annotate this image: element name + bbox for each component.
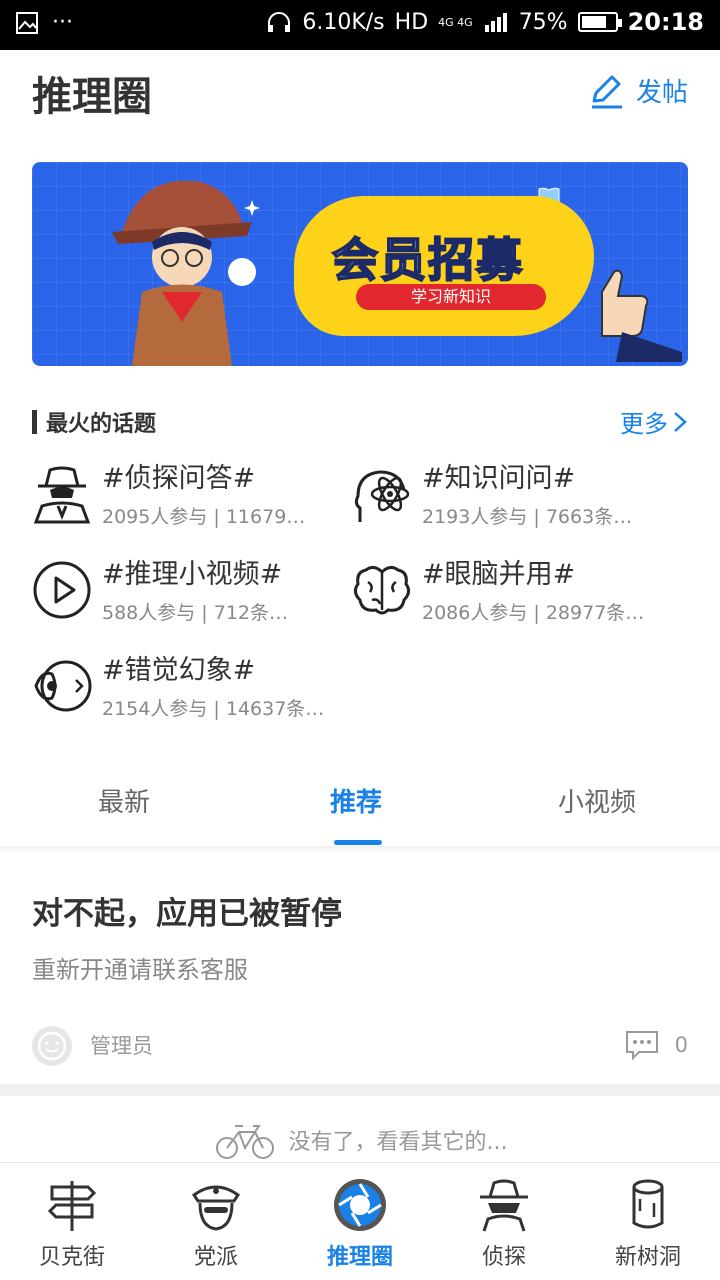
topic-item[interactable]: #知识问问# 2193人参与 | 7663条… (352, 456, 672, 536)
status-left: ··· (16, 10, 73, 35)
post-title: 对不起，应用已被暂停 (32, 896, 342, 932)
topic-item[interactable]: #推理小视频# 588人参与 | 712条… (32, 552, 352, 632)
hot-topics-header: 最火的话题 更多 (32, 404, 688, 438)
post-description: 重新开通请联系客服 (32, 956, 248, 984)
signpost-icon (47, 1181, 97, 1231)
section-title: 最火的话题 (46, 412, 157, 437)
topic-name: #推理小视频# (102, 559, 283, 590)
tab-indicator (334, 840, 382, 845)
clock: 20:18 (627, 8, 704, 36)
bottom-nav: 贝克街 党派 推理圈 侦探 新树洞 (0, 1162, 720, 1280)
atom-head-icon (354, 470, 410, 522)
detective-icon (33, 466, 91, 524)
banner-headline: 会员招募 (331, 232, 524, 288)
feed-tabs: 最新 推荐 小视频 (0, 770, 720, 846)
sparkle-icon (244, 200, 260, 216)
banner-subtitle: 学习新知识 (356, 284, 546, 310)
detective-illustration (112, 180, 256, 366)
tab-latest[interactable]: 最新 (98, 782, 150, 819)
nav-label: 贝克街 (38, 1245, 105, 1270)
post-button[interactable]: 发帖 (588, 72, 688, 109)
chevron-right-icon (674, 411, 687, 432)
lens-icon (334, 1179, 386, 1231)
tab-shadow (0, 846, 720, 854)
topic-name: #错觉幻象# (102, 655, 256, 686)
bicycle-icon (215, 1125, 274, 1159)
comment-count: 0 (674, 1033, 688, 1057)
tab-recommended[interactable]: 推荐 (330, 782, 382, 819)
topic-item[interactable]: #错觉幻象# 2154人参与 | 14637条… (32, 648, 352, 728)
play-icon (33, 561, 91, 619)
nav-baker-street[interactable]: 贝克街 (0, 1163, 144, 1280)
topic-stats: 2193人参与 | 7663条… (422, 506, 633, 528)
promo-banner[interactable]: 会员招募 学习新知识 (32, 162, 688, 366)
nav-party[interactable]: 党派 (144, 1163, 288, 1280)
end-of-feed: 没有了，看看其它的... (0, 1120, 720, 1160)
battery-fill (581, 16, 606, 28)
thumbs-up-illustration (601, 269, 682, 362)
avatar[interactable] (32, 1026, 72, 1066)
post-label: 发帖 (635, 78, 688, 108)
signal-icon (484, 13, 507, 32)
nav-tree-hole[interactable]: 新树洞 (576, 1163, 720, 1280)
police-icon (191, 1185, 241, 1231)
topic-stats: 2086人参与 | 28977条… (422, 602, 645, 624)
spy-icon (480, 1179, 528, 1232)
topic-stats: 2154人参与 | 14637条… (102, 698, 325, 720)
nav-detective[interactable]: 侦探 (432, 1163, 576, 1280)
nav-label: 推理圈 (326, 1245, 393, 1270)
nav-label: 新树洞 (614, 1245, 681, 1270)
section-marker (32, 410, 37, 434)
network-speed: 6.10K/s (302, 9, 385, 35)
network-type: 4G 4G (438, 15, 473, 29)
nav-label: 侦探 (481, 1245, 526, 1270)
tab-short-video[interactable]: 小视频 (558, 782, 636, 819)
smiley-icon (37, 1031, 67, 1061)
comment-icon (625, 1031, 658, 1060)
headset-icon (268, 12, 291, 32)
post-author: 管理员 (90, 1034, 153, 1058)
more-notifications-icon: ··· (52, 10, 73, 35)
battery-percent: 75% (518, 9, 568, 35)
topic-name: #侦探问答# (102, 463, 256, 494)
page-title: 推理圈 (32, 74, 152, 120)
topic-name: #知识问问# (422, 463, 576, 494)
log-icon (632, 1179, 664, 1229)
topic-stats: 588人参与 | 712条… (102, 602, 289, 624)
more-topics-link[interactable]: 更多 (620, 404, 688, 439)
topic-item[interactable]: #侦探问答# 2095人参与 | 11679… (32, 456, 352, 536)
status-right: 6.10K/s HD 4G 4G 75% 20:18 (266, 8, 704, 36)
status-bar: ··· 6.10K/s HD 4G 4G 75% 20:18 (0, 0, 720, 50)
topic-stats: 2095人参与 | 11679… (102, 506, 306, 528)
comment-button[interactable]: 0 (625, 1030, 688, 1060)
battery-icon (577, 12, 622, 32)
topic-name: #眼脑并用# (422, 559, 576, 590)
eye-icon (34, 660, 92, 712)
nav-reasoning-circle[interactable]: 推理圈 (288, 1163, 432, 1280)
more-label: 更多 (620, 410, 668, 438)
pen-icon (591, 75, 622, 108)
brain-icon (353, 565, 411, 615)
feed-divider (0, 1084, 720, 1096)
gallery-notification-icon (16, 11, 38, 34)
nav-label: 党派 (193, 1245, 238, 1270)
post-card[interactable]: 对不起，应用已被暂停 重新开通请联系客服 管理员 0 (0, 854, 720, 1084)
header: 推理圈 发帖 (0, 50, 720, 140)
network-hd: HD (394, 9, 429, 35)
topic-item[interactable]: #眼脑并用# 2086人参与 | 28977条… (352, 552, 672, 632)
end-message: 没有了，看看其它的... (288, 1130, 508, 1155)
